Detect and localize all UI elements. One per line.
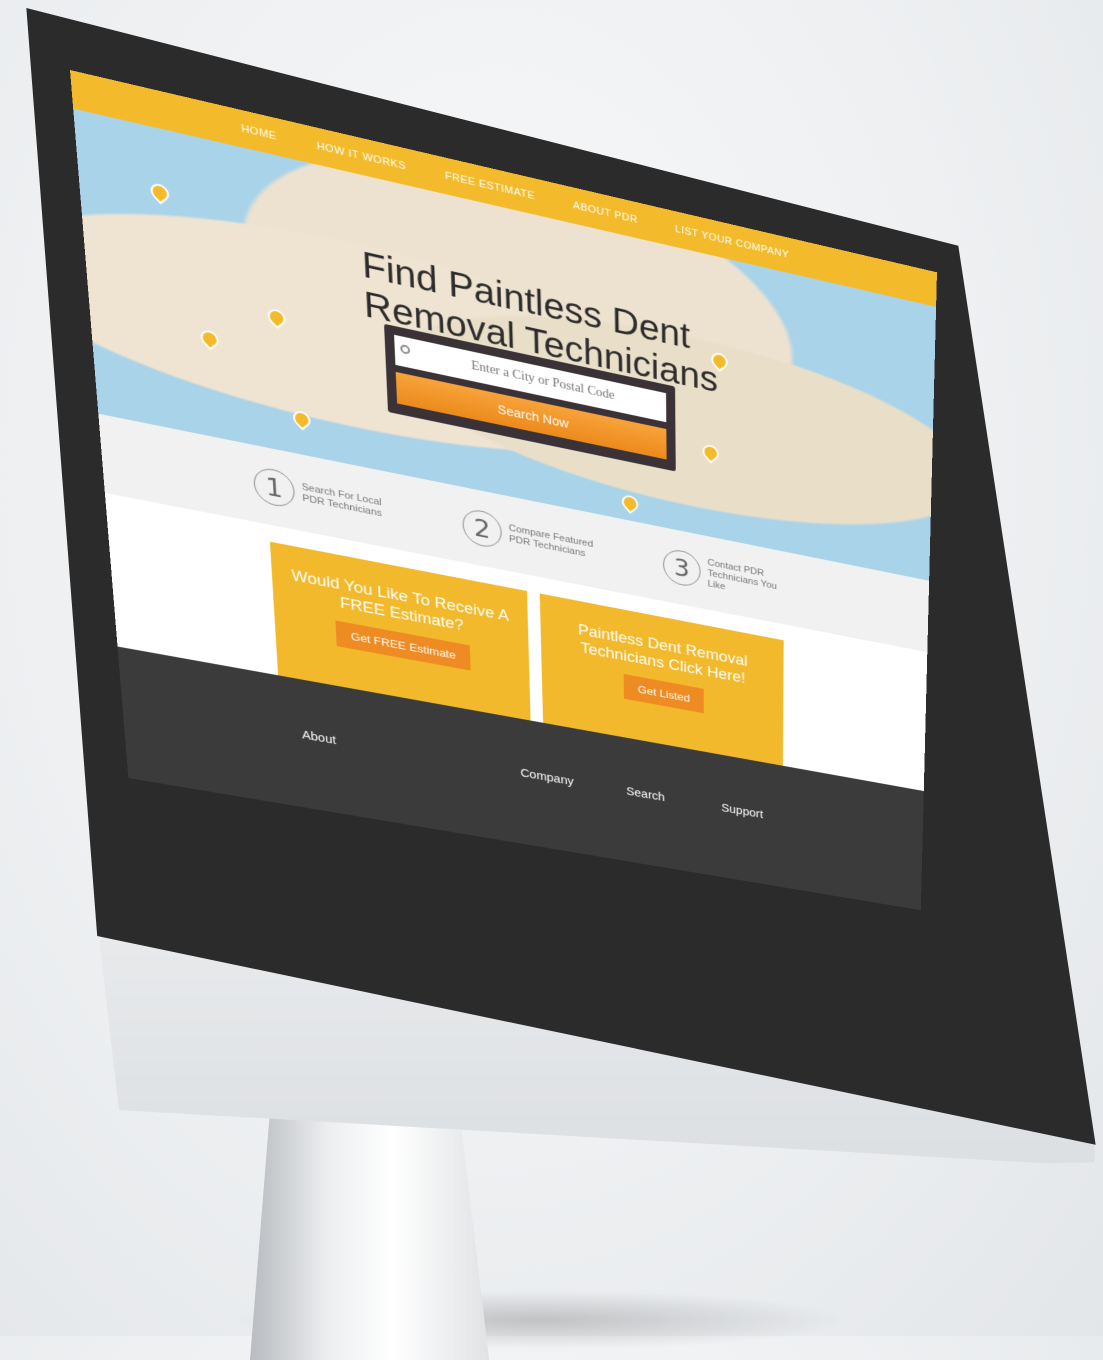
- step-text: Contact PDR Technicians You Like: [707, 557, 777, 592]
- footer-support-heading: Support: [721, 801, 764, 821]
- footer-support: Support: [721, 801, 763, 820]
- step-number: 3: [662, 547, 701, 589]
- step-item: 1 Search For Local PDR Technicians: [252, 465, 398, 529]
- monitor-stand: [250, 1100, 490, 1360]
- footer-company-heading: Company: [520, 765, 574, 788]
- nav-home[interactable]: HOME: [241, 123, 277, 143]
- map-pin-icon: [146, 180, 173, 209]
- get-listed-button[interactable]: Get Listed: [623, 673, 704, 714]
- nav-about-pdr[interactable]: ABOUT PDR: [573, 200, 638, 226]
- footer-about-heading: About: [301, 727, 337, 747]
- map-pin-icon: [618, 492, 642, 517]
- footer-search: Search: [626, 784, 665, 803]
- map-pin-icon: [289, 408, 315, 435]
- map-pin-icon: [197, 327, 223, 354]
- map-pin-icon: [699, 442, 723, 467]
- step-number: 2: [462, 507, 503, 550]
- step-item: 3 Contact PDR Technicians You Like: [662, 547, 795, 607]
- map-pin-icon: [264, 306, 290, 333]
- screen: HOME HOW IT WORKS FREE ESTIMATE ABOUT PD…: [70, 70, 937, 911]
- monitor: HOME HOW IT WORKS FREE ESTIMATE ABOUT PD…: [0, 0, 1103, 1360]
- step-text: Search For Local PDR Technicians: [301, 481, 383, 519]
- footer-company: Company: [520, 766, 573, 788]
- step-text: Compare Featured PDR Technicians: [508, 522, 594, 559]
- footer-search-heading: Search: [626, 784, 665, 804]
- screen-wrap: HOME HOW IT WORKS FREE ESTIMATE ABOUT PD…: [70, 70, 1050, 970]
- step-item: 2 Compare Featured PDR Technicians: [462, 507, 600, 569]
- step-number: 1: [252, 465, 296, 510]
- footer-about: About: [302, 728, 337, 747]
